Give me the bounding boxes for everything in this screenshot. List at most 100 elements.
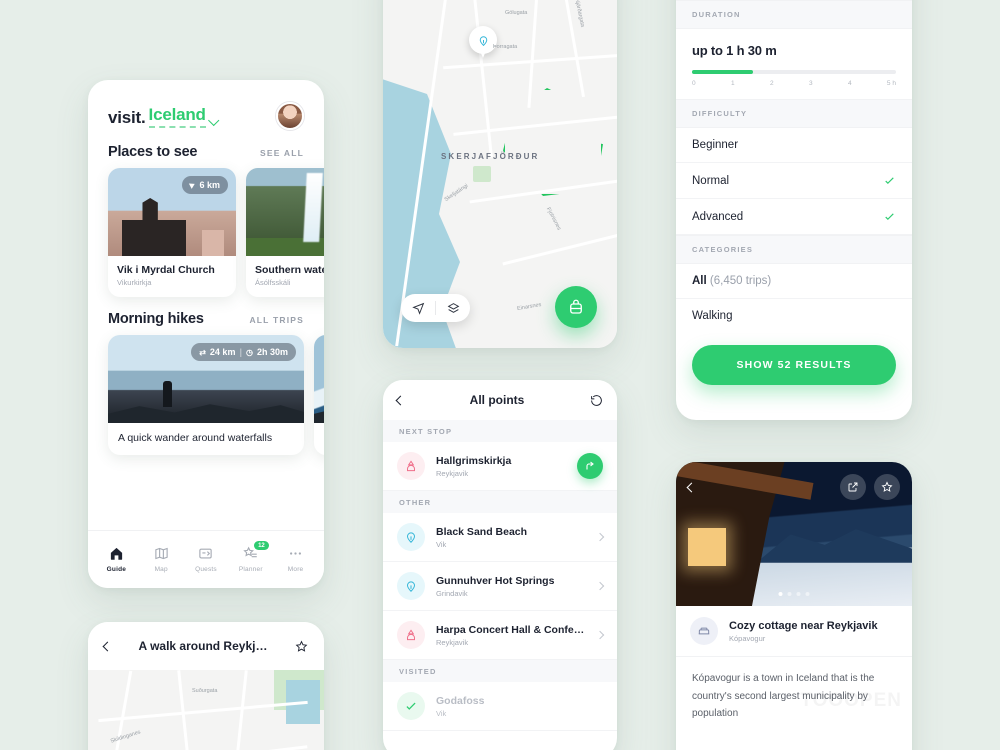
hike-duration: 2h 30m [256, 347, 288, 357]
list-item[interactable]: Godafoss Vik [383, 682, 617, 731]
home-icon [110, 547, 123, 560]
list-item[interactable]: Gunnuhver Hot Springs Grindavik [383, 562, 617, 611]
categories-section-label: CATEGORIES [676, 235, 912, 264]
locate-icon [411, 302, 424, 315]
list-item[interactable]: Black Sand Beach Vik [383, 513, 617, 562]
favorite-button[interactable] [874, 474, 900, 500]
nature-icon [479, 35, 487, 46]
history-icon[interactable] [590, 394, 603, 407]
category-option-all[interactable]: All (6,450 trips) [676, 264, 912, 299]
navigation-icon [189, 181, 197, 189]
hike-distance: 24 km [209, 347, 236, 357]
map-area-label: SKERJAFJÖRÐUR [441, 152, 540, 161]
gallery-dot[interactable] [796, 592, 801, 596]
detail-title-row: Cozy cottage near Reykjavik Kópavogur [676, 606, 912, 657]
place-name: Southern waterfalls [255, 264, 324, 276]
places-carousel[interactable]: 6 km Vik i Myrdal Church Vikurkirkja Sou… [88, 168, 324, 297]
navigate-button[interactable] [577, 453, 603, 479]
planner-badge: 12 [254, 541, 269, 550]
watermark: TOOOPEN [800, 690, 902, 712]
difficulty-option-normal[interactable]: Normal [676, 163, 912, 199]
street-label: Þorragata [493, 44, 518, 50]
guide-screen: visit. Iceland Places to see SEE ALL 6 km… [88, 80, 324, 588]
clock-icon: ◷ [245, 347, 253, 357]
hike-stats-badge: ⇄ 24 km | ◷ 2h 30m [191, 343, 296, 361]
trip-fab-button[interactable] [555, 286, 597, 328]
points-header: All points [383, 380, 617, 420]
duration-slider[interactable] [692, 70, 896, 74]
locate-button[interactable] [401, 302, 435, 315]
nav-item-map[interactable]: Map [141, 546, 181, 573]
point-sub: Vik [436, 539, 447, 549]
turn-right-icon [586, 461, 594, 470]
list-item[interactable]: Hallgrimskirkja Reykjavik [383, 442, 617, 491]
place-card[interactable]: 6 km Vik i Myrdal Church Vikurkirkja [108, 168, 236, 297]
point-sub: Grindavik [436, 588, 468, 598]
walk-map[interactable]: Skildinganes Suðurgata [88, 670, 324, 750]
category-option-walking[interactable]: Walking [676, 299, 912, 333]
hike-card[interactable]: Ro… [314, 335, 324, 455]
lodging-icon [690, 617, 718, 645]
nature-icon [397, 523, 425, 551]
layers-icon [447, 302, 459, 313]
list-item[interactable]: Harpa Concert Hall & Confer… Reykjavik [383, 611, 617, 660]
duration-section-label: DURATION [676, 0, 912, 29]
all-trips-link[interactable]: ALL TRIPS [249, 315, 304, 325]
share-icon [848, 482, 858, 492]
option-label: All [692, 275, 707, 287]
see-all-link[interactable]: SEE ALL [260, 148, 304, 158]
group-label: OTHER [383, 491, 617, 513]
chevron-left-icon[interactable] [102, 641, 113, 651]
difficulty-option-advanced[interactable]: Advanced [676, 199, 912, 235]
nav-item-guide[interactable]: Guide [96, 546, 136, 573]
tick: 4 [847, 80, 852, 87]
quests-icon [199, 548, 213, 559]
group-label: NEXT STOP [383, 420, 617, 442]
difficulty-option-beginner[interactable]: Beginner [676, 128, 912, 163]
nav-item-more[interactable]: More [276, 546, 316, 573]
show-results-button[interactable]: SHOW 52 RESULTS [692, 345, 896, 385]
star-icon [881, 481, 893, 492]
tick: 5 h [886, 80, 896, 87]
place-sub: Vikurkirkja [117, 278, 152, 287]
place-card[interactable]: Southern waterfalls Ásólfsskáli [246, 168, 324, 297]
option-count: (6,450 trips) [709, 275, 772, 287]
share-button[interactable] [840, 474, 866, 500]
map-canvas[interactable]: SKERJAFJÖRÐUR Starðhagi Suðurgata Þorrag… [383, 0, 617, 348]
place-image [246, 168, 324, 256]
chevron-left-icon[interactable] [395, 395, 406, 405]
gallery-dot[interactable] [778, 592, 783, 596]
more-icon [290, 552, 302, 555]
star-icon[interactable] [295, 640, 308, 653]
detail-name: Cozy cottage near Reykjavik [729, 619, 878, 632]
gallery-dots[interactable] [778, 592, 810, 596]
layers-button[interactable] [436, 302, 470, 315]
gallery-dot[interactable] [787, 592, 792, 596]
chevron-left-icon[interactable] [686, 482, 697, 492]
hikes-carousel[interactable]: ⇄ 24 km | ◷ 2h 30m A quick wander around… [88, 335, 324, 455]
check-icon [885, 177, 894, 185]
distance-icon: ⇄ [199, 347, 206, 357]
gallery-dot[interactable] [805, 592, 810, 596]
list-item-text: Harpa Concert Hall & Confer… Reykjavik [436, 624, 586, 647]
guide-header: visit. Iceland [88, 80, 324, 130]
hike-card[interactable]: ⇄ 24 km | ◷ 2h 30m A quick wander around… [108, 335, 304, 455]
nav-item-planner[interactable]: 12 Planner [231, 541, 271, 573]
screen: visit. Iceland Places to see SEE ALL 6 km… [0, 0, 1000, 750]
nav-item-quests[interactable]: Quests [186, 546, 226, 573]
nav-label: Planner [238, 566, 263, 573]
landmark-icon [397, 452, 425, 480]
map-screen[interactable]: SKERJAFJÖRÐUR Starðhagi Suðurgata Þorrag… [383, 0, 617, 348]
chevron-right-icon [595, 630, 605, 640]
chevron-right-icon [595, 532, 605, 542]
point-name: Black Sand Beach [436, 525, 528, 538]
route-polygon [503, 88, 603, 196]
map-controls[interactable] [401, 294, 470, 322]
place-name: Vik i Myrdal Church [117, 264, 215, 276]
brand-selector[interactable]: visit. Iceland [108, 105, 220, 128]
option-label: Normal [692, 174, 730, 187]
avatar[interactable] [276, 102, 304, 130]
map-pin[interactable] [469, 26, 497, 60]
duration-value: up to 1 h 30 m [692, 43, 777, 58]
list-item-text: Gunnuhver Hot Springs Grindavik [436, 575, 586, 598]
